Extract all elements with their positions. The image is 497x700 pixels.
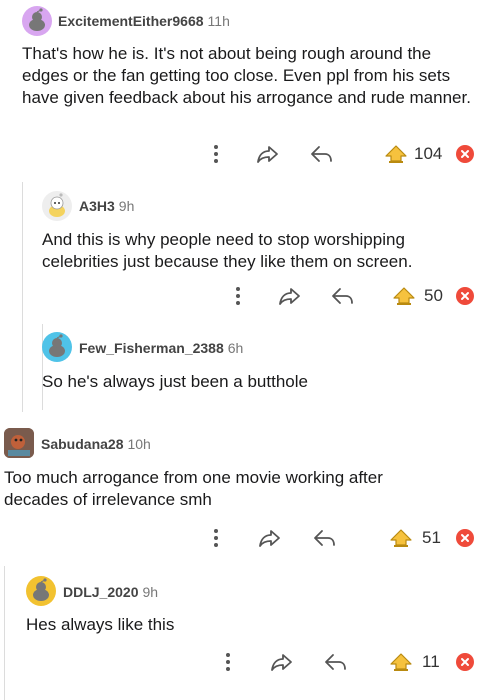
share-button[interactable] — [258, 528, 282, 548]
reply-button[interactable] — [324, 652, 348, 672]
comment-username[interactable]: ExcitementEither9668 11h — [58, 13, 230, 29]
award-icon — [383, 144, 409, 164]
comment-username[interactable]: A3H3 9h — [79, 198, 134, 214]
avatar[interactable] — [42, 332, 72, 362]
comment-time: 11h — [207, 13, 230, 29]
award-icon — [388, 652, 414, 672]
thread-line[interactable] — [42, 324, 43, 410]
more-options-button[interactable] — [222, 652, 234, 672]
reply-button[interactable] — [331, 286, 355, 306]
username-text: ExcitementEither9668 — [58, 13, 204, 29]
avatar[interactable] — [22, 6, 52, 36]
username-text: Sabudana28 — [41, 436, 124, 452]
award-icon — [388, 528, 414, 548]
comment-body: That's how he is. It's not about being r… — [22, 44, 471, 107]
comment-time: 9h — [118, 198, 135, 214]
share-icon — [258, 528, 282, 548]
comment-username[interactable]: Sabudana28 10h — [41, 436, 151, 452]
snoo-avatar-icon — [42, 332, 72, 362]
upvote-button[interactable] — [388, 528, 414, 548]
snoo-avatar-icon — [26, 576, 56, 606]
username-text: A3H3 — [79, 198, 115, 214]
more-icon — [235, 286, 241, 306]
reply-button[interactable] — [310, 144, 334, 164]
comment-time: 6h — [227, 340, 244, 356]
share-icon — [256, 144, 280, 164]
username-text: Few_Fisherman_2388 — [79, 340, 224, 356]
comment-body: So he's always just been a butthole — [42, 372, 308, 391]
avatar[interactable] — [26, 576, 56, 606]
vote-count: 50 — [424, 286, 443, 305]
snoo-avatar-icon — [22, 6, 52, 36]
more-icon — [213, 528, 219, 548]
upvote-button[interactable] — [383, 144, 409, 164]
reply-icon — [324, 652, 348, 672]
close-icon — [461, 150, 469, 158]
close-icon — [461, 658, 469, 666]
reply-button[interactable] — [313, 528, 337, 548]
more-options-button[interactable] — [210, 528, 222, 548]
comment-username[interactable]: DDLJ_2020 9h — [63, 584, 158, 600]
more-icon — [225, 652, 231, 672]
close-icon — [461, 534, 469, 542]
share-icon — [278, 286, 302, 306]
share-button[interactable] — [278, 286, 302, 306]
share-button[interactable] — [256, 144, 280, 164]
downvote-button[interactable] — [456, 529, 474, 547]
more-options-button[interactable] — [232, 286, 244, 306]
close-icon — [461, 292, 469, 300]
downvote-button[interactable] — [456, 653, 474, 671]
avatar[interactable] — [4, 428, 34, 458]
comment-username[interactable]: Few_Fisherman_2388 6h — [79, 340, 243, 356]
thread-line[interactable] — [4, 566, 5, 700]
share-button[interactable] — [270, 652, 294, 672]
more-options-button[interactable] — [210, 144, 222, 164]
vote-count: 104 — [414, 144, 443, 163]
downvote-button[interactable] — [456, 145, 474, 163]
avatar[interactable] — [42, 191, 72, 221]
profile-picture-icon — [4, 428, 34, 458]
comment-body: Hes always like this — [26, 615, 175, 634]
downvote-button[interactable] — [456, 287, 474, 305]
award-icon — [391, 286, 417, 306]
vote-count: 11 — [422, 652, 440, 671]
comment-body: And this is why people need to stop wors… — [42, 230, 413, 271]
snoo-avatar-icon — [49, 193, 65, 217]
more-icon — [213, 144, 219, 164]
vote-count: 51 — [422, 528, 441, 547]
comment-body: Too much arrogance from one movie workin… — [4, 468, 383, 509]
username-text: DDLJ_2020 — [63, 584, 139, 600]
reply-icon — [331, 286, 355, 306]
comment-time: 10h — [127, 436, 151, 452]
share-icon — [270, 652, 294, 672]
thread-line[interactable] — [22, 182, 23, 412]
reply-icon — [310, 144, 334, 164]
reply-icon — [313, 528, 337, 548]
upvote-button[interactable] — [388, 652, 414, 672]
comment-time: 9h — [142, 584, 159, 600]
upvote-button[interactable] — [391, 286, 417, 306]
